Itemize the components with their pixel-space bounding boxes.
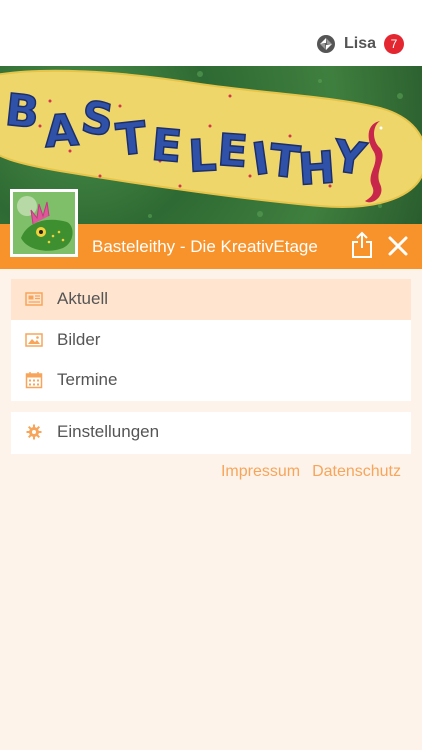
menu-item-einstellungen[interactable]: Einstellungen [11, 412, 411, 453]
menu-item-label: Termine [57, 370, 118, 390]
menu-item-label: Bilder [57, 329, 101, 349]
user-menu[interactable]: Lisa 7 [316, 32, 404, 56]
gear-icon [26, 424, 42, 440]
datenschutz-link[interactable]: Datenschutz [312, 463, 401, 481]
svg-text:E: E [149, 120, 183, 173]
settings-menu: Einstellungen [11, 412, 411, 454]
svg-text:L: L [187, 130, 218, 182]
share-icon[interactable] [350, 231, 374, 259]
app-logo-icon [316, 35, 335, 53]
calendar-icon [25, 372, 43, 389]
svg-text:H: H [297, 142, 337, 195]
menu-item-termine[interactable]: Termine [11, 360, 411, 401]
menu-item-bilder[interactable]: Bilder [11, 320, 411, 361]
user-name[interactable]: Lisa [344, 35, 376, 53]
group-avatar[interactable] [10, 189, 78, 257]
notification-badge[interactable]: 7 [384, 34, 404, 54]
image-icon [25, 333, 43, 347]
top-bar: Lisa 7 [0, 0, 422, 66]
group-title: Basteleithy - Die KreativEtage [92, 237, 318, 256]
svg-text:B: B [3, 85, 42, 139]
menu-item-label: Einstellungen [57, 422, 160, 442]
menu-item-aktuell[interactable]: Aktuell [11, 279, 411, 320]
svg-text:T: T [114, 112, 149, 166]
menu-item-label: Aktuell [57, 289, 109, 309]
impressum-link[interactable]: Impressum [221, 463, 300, 481]
navigation-menu: Aktuell Bilder Termine [11, 279, 411, 401]
newspaper-icon [25, 292, 43, 307]
svg-text:E: E [216, 125, 250, 178]
footer-links: Impressum Datenschutz [221, 463, 401, 481]
close-icon[interactable] [386, 234, 410, 258]
svg-text:A: A [43, 105, 81, 158]
